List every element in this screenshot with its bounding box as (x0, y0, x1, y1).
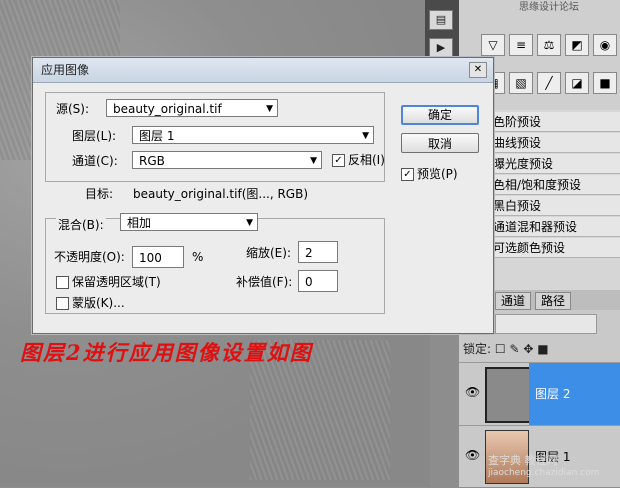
layer-thumbnail (485, 367, 531, 423)
lock-transparent-icon[interactable]: ☐ (495, 342, 506, 356)
watermark: 查字典 教程网 jiaocheng.chazidian.com (488, 454, 599, 480)
visibility-eye-icon[interactable]: 👁 (465, 448, 480, 462)
photo-filter-icon[interactable]: ◉ (593, 34, 617, 56)
chevron-down-icon: ▼ (362, 131, 369, 141)
adjust-icon-row-1: ▽ ≡ ⚖ ◩ ◉ (459, 34, 620, 56)
preset-curves[interactable]: 曲线预设 (481, 133, 620, 153)
blending-select[interactable]: 相加 ▼ (120, 213, 258, 231)
threshold-icon[interactable]: ◪ (565, 72, 589, 94)
lock-row: 锁定: ☐ ✎ ✥ ■ (459, 340, 620, 358)
lock-all-icon[interactable]: ■ (537, 342, 548, 356)
layer-filter-field[interactable] (495, 314, 597, 334)
lock-label: 锁定: (463, 342, 492, 356)
tab-paths[interactable]: 路径 (535, 292, 572, 310)
scale-label: 缩放(E): (246, 246, 291, 260)
target-label: 目标: (85, 187, 114, 201)
watermark-line2: jiaocheng.chazidian.com (488, 468, 600, 478)
offset-label: 补偿值(F): (236, 275, 293, 289)
preserve-transparency-label: 保留透明区域(T) (72, 275, 161, 289)
instruction-caption: 图层2进行应用图像设置如图 (20, 340, 313, 365)
visibility-eye-icon[interactable]: 👁 (465, 385, 480, 399)
layer-value: 图层 1 (139, 129, 175, 143)
scale-input[interactable]: 2 (298, 241, 338, 263)
chevron-down-icon: ▼ (310, 156, 317, 166)
channel-label: 通道(C): (72, 154, 118, 168)
preset-channel-mixer[interactable]: 通道混和器预设 (481, 217, 620, 237)
preset-selective-color[interactable]: 可选颜色预设 (481, 238, 620, 258)
apply-image-dialog: 应用图像 ✕ 源(S): beauty_original.tif ▼ 图层(L):… (32, 57, 494, 334)
preset-black-white[interactable]: 黑白预设 (481, 196, 620, 216)
actions-icon[interactable]: ▶ (429, 38, 453, 58)
preset-hue-saturation[interactable]: 色相/饱和度预设 (481, 175, 620, 195)
source-value: beauty_original.tif (113, 102, 222, 116)
opacity-input[interactable]: 100 (132, 246, 184, 268)
layer-name: 图层 2 (535, 387, 571, 401)
source-select[interactable]: beauty_original.tif ▼ (106, 99, 278, 117)
blending-value: 相加 (127, 216, 152, 230)
site-header-text: 思缘设计论坛 (519, 2, 579, 13)
layer-label: 图层(L): (72, 129, 117, 143)
mask-label: 蒙版(K)... (72, 296, 125, 310)
posterize-icon[interactable]: ╱ (537, 72, 561, 94)
dialog-title: 应用图像 (41, 63, 90, 77)
cancel-button[interactable]: 取消 (401, 133, 479, 153)
opacity-label: 不透明度(O): (54, 250, 125, 264)
vibrance-icon[interactable]: ▽ (481, 34, 505, 56)
layer-row-2[interactable]: 👁 图层 2 (459, 362, 620, 425)
lock-move-icon[interactable]: ✥ (523, 342, 533, 356)
selective-color-icon[interactable]: ■ (593, 72, 617, 94)
invert-label: 反相(I) (348, 153, 385, 167)
dialog-titlebar: 应用图像 (33, 58, 493, 83)
channel-select[interactable]: RGB ▼ (132, 151, 322, 169)
source-label: 源(S): (56, 102, 90, 116)
source-group: 源(S): beauty_original.tif ▼ 图层(L): 图层 1 ▼ … (45, 92, 385, 182)
balance-scale-icon[interactable]: ⚖ (537, 34, 561, 56)
preset-levels[interactable]: 色阶预设 (481, 112, 620, 132)
tab-channels[interactable]: 通道 (495, 292, 532, 310)
chevron-down-icon: ▼ (266, 104, 273, 114)
offset-input[interactable]: 0 (298, 270, 338, 292)
watermark-line1: 查字典 教程网 (488, 454, 558, 467)
gradient-map-icon[interactable]: ▧ (509, 72, 533, 94)
preview-checkbox[interactable]: ✓ (401, 168, 414, 181)
close-icon[interactable]: ✕ (469, 62, 487, 78)
opacity-unit: % (192, 250, 204, 264)
layer-select[interactable]: 图层 1 ▼ (132, 126, 374, 144)
invert-checkbox[interactable]: ✓ (332, 154, 345, 167)
black-white-icon[interactable]: ◩ (565, 34, 589, 56)
preset-exposure[interactable]: 曝光度预设 (481, 154, 620, 174)
ok-button[interactable]: 确定 (401, 105, 479, 125)
chevron-down-icon: ▼ (246, 218, 253, 228)
target-value: beauty_original.tif(图..., RGB) (133, 187, 309, 201)
blending-group: 混合(B): 相加 ▼ 不透明度(O): 100 % 缩放(E): 2 保留透明区… (45, 213, 385, 314)
history-icon[interactable]: ▤ (429, 10, 453, 30)
blending-label: 混合(B): (56, 217, 106, 233)
channel-value: RGB (139, 154, 165, 168)
preview-label: 预览(P) (417, 167, 458, 181)
preserve-transparency-checkbox[interactable] (56, 276, 69, 289)
lock-paint-icon[interactable]: ✎ (509, 342, 519, 356)
color-balance-icon[interactable]: ≡ (509, 34, 533, 56)
mask-checkbox[interactable] (56, 297, 69, 310)
